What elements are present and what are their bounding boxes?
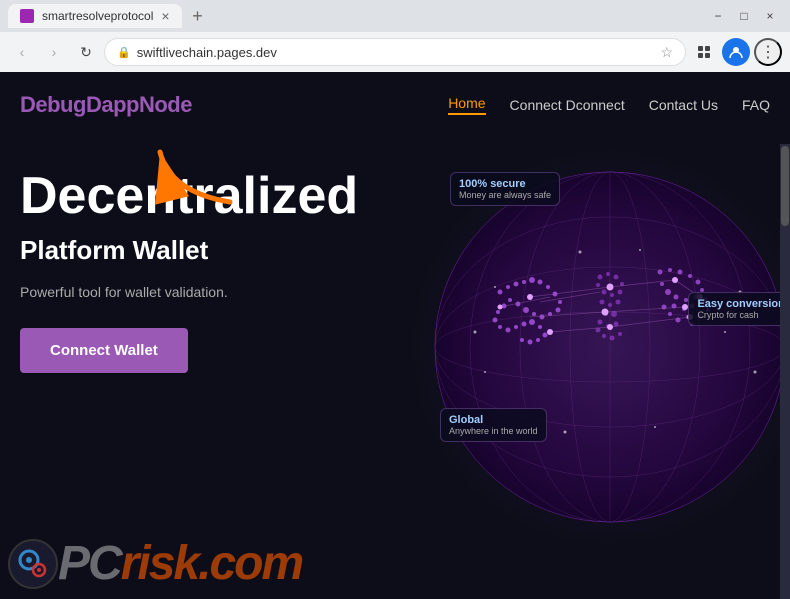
extensions-button[interactable] (690, 38, 718, 66)
new-tab-button[interactable]: + (186, 4, 210, 28)
hero-description: Powerful tool for wallet validation. (20, 284, 770, 300)
tab-title: smartresolveprotocol (42, 9, 153, 23)
back-button[interactable]: ‹ (8, 38, 36, 66)
maximize-button[interactable]: □ (732, 4, 756, 28)
orange-arrow (150, 142, 240, 217)
tab-favicon (20, 9, 34, 23)
profile-button[interactable] (722, 38, 750, 66)
pcrisk-watermark: PC risk . com (0, 528, 310, 599)
site-logo: DebugDappNode (20, 92, 192, 118)
lock-icon: 🔒 (117, 46, 131, 59)
close-button[interactable]: × (758, 4, 782, 28)
watermark-pc: PC (58, 536, 121, 591)
watermark-risk: risk (121, 536, 198, 591)
address-bar[interactable]: 🔒 swiftlivechain.pages.dev ☆ (104, 38, 686, 66)
title-bar: smartresolveprotocol × + − □ × (0, 0, 790, 32)
connect-wallet-button[interactable]: Connect Wallet (20, 328, 188, 373)
nav-links: Home Connect Dconnect Contact Us FAQ (448, 95, 770, 115)
browser-window: smartresolveprotocol × + − □ × ‹ › ↻ 🔒 s… (0, 0, 790, 72)
forward-button[interactable]: › (40, 38, 68, 66)
global-badge-title: Global (449, 414, 538, 426)
logo-prefix: Debug (20, 92, 86, 117)
nav-connect-dconnect[interactable]: Connect Dconnect (510, 97, 625, 113)
global-badge-desc: Anywhere in the world (449, 426, 538, 436)
nav-contact-us[interactable]: Contact Us (649, 97, 718, 113)
minimize-button[interactable]: − (706, 4, 730, 28)
watermark-text: PC risk . com (58, 536, 302, 591)
nav-home[interactable]: Home (448, 95, 485, 115)
hero-section: Decentralized Platform Wallet Powerful t… (0, 138, 790, 393)
browser-tab[interactable]: smartresolveprotocol × (8, 4, 182, 28)
watermark-dot: . (198, 536, 209, 591)
watermark-icon (8, 539, 58, 589)
window-controls: − □ × (706, 4, 782, 28)
webpage-content: DebugDappNode Home Connect Dconnect Cont… (0, 72, 790, 599)
browser-menu-button[interactable]: ⋮ (754, 38, 782, 66)
feature-badge-global: Global Anywhere in the world (440, 408, 547, 442)
logo-suffix: DappNode (86, 92, 192, 117)
reload-button[interactable]: ↻ (72, 38, 100, 66)
watermark-com: com (209, 536, 302, 591)
bookmark-icon[interactable]: ☆ (660, 44, 673, 61)
hero-subtitle: Platform Wallet (20, 235, 770, 266)
nav-faq[interactable]: FAQ (742, 97, 770, 113)
site-navigation: DebugDappNode Home Connect Dconnect Cont… (0, 72, 790, 138)
address-text: swiftlivechain.pages.dev (137, 45, 655, 60)
address-bar-row: ‹ › ↻ 🔒 swiftlivechain.pages.dev ☆ ⋮ (0, 32, 790, 72)
hero-title: Decentralized (20, 168, 770, 225)
tab-close-button[interactable]: × (161, 8, 169, 24)
